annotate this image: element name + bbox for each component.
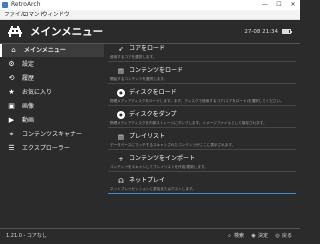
menu-entry-description: 物理メディアディスクをロードします。まず、ディスクで使用するコア(コアをロード)… — [110, 99, 284, 103]
maximize-button[interactable]: ☐ — [272, 0, 286, 10]
disc-icon: ● — [117, 89, 125, 97]
clock: 27-08 21:34 — [244, 29, 278, 35]
footer: 1.21.0 - コアなし ⌕ 検索 ◉ 決定 ◎ 戻る — [0, 228, 300, 244]
sidebar-item-label: 画像 — [22, 103, 35, 110]
menu-window[interactable]: ウィンドウ — [42, 11, 70, 19]
hint-ok[interactable]: 決定 — [258, 233, 268, 240]
sidebar-item-images[interactable]: ▣ 画像 — [0, 100, 104, 113]
retroarch-logo-icon — [8, 26, 22, 37]
sidebar-item-history[interactable]: ⟲ 履歴 — [0, 72, 104, 85]
video-icon: ▶ — [8, 116, 15, 124]
window-title: RetroArch — [11, 1, 41, 8]
menu-entry-import-content[interactable]: + コンテンツをインポート コンテンツをスキャンしてプレイリストを作成/更新しま… — [108, 154, 296, 172]
menu-entry-load-content[interactable]: ▤ コンテンツをロード 開始するコンテンツを選択します。 — [108, 66, 296, 84]
menu-entry-load-disc[interactable]: ● ディスクをロード 物理メディアディスクをロードします。まず、ディスクで使用す… — [108, 88, 296, 106]
main-menu-list: ➶ コアをロード 使用するコアを選択します。 ▤ コンテンツをロード 開始するコ… — [108, 44, 296, 228]
sidebar-item-settings[interactable]: ⚙ 設定 — [0, 58, 104, 71]
image-icon: ▣ — [8, 102, 15, 110]
sidebar-item-videos[interactable]: ▶ 動画 — [0, 114, 104, 127]
menu-entry-description: ネットプレイセッションに参加またはホストします。 — [110, 187, 196, 191]
home-icon: ⌂ — [11, 46, 16, 54]
menu-entry-label: プレイリスト — [129, 133, 166, 140]
page-title: メインメニュー — [30, 26, 104, 38]
search-icon: ⌕ — [228, 233, 231, 239]
hint-search[interactable]: 検索 — [234, 233, 244, 240]
sidebar-item-main-menu[interactable]: ⌂ メインメニュー — [0, 44, 104, 57]
sidebar-item-label: 履歴 — [22, 75, 35, 82]
menu-entry-label: ディスクをロード — [129, 89, 177, 96]
menu-entry-description: 使用するコアを選択します。 — [110, 55, 157, 59]
rocket-icon: ➶ — [118, 45, 124, 53]
sidebar-item-label: コンテンツスキャナー — [22, 131, 83, 138]
header: メインメニュー 27-08 21:34 — [0, 20, 300, 44]
sidebar-item-label: エクスプローラー — [22, 145, 70, 152]
menu-entry-dump-disc[interactable]: ● ディスクをダンプ 物理メディアディスクを内部ストレージにダンプします。イメー… — [108, 110, 296, 128]
sidebar: ⌂ メインメニュー ⚙ 設定 ⟲ 履歴 ★ お気に入り ▣ 画像 ▶ 動画 ⌖ … — [0, 44, 104, 228]
content-scanner-icon: ⌖ — [9, 130, 14, 138]
explorer-icon: ☰ — [8, 144, 15, 152]
menu-entry-description: データベースにマッチするスキャンされたコンテンツがここに表示されます。 — [110, 143, 236, 147]
sidebar-item-label: メインメニュー — [24, 47, 66, 54]
menu-entry-label: コアをロード — [129, 45, 166, 52]
sidebar-item-content-scanner[interactable]: ⌖ コンテンツスキャナー — [0, 128, 104, 141]
sidebar-item-label: 設定 — [22, 61, 35, 68]
menu-entry-netplay[interactable]: ☊ ネットプレイ ネットプレイセッションに参加またはホストします。 — [108, 176, 296, 194]
battery-icon — [282, 29, 292, 34]
hint-back[interactable]: 戻る — [282, 233, 292, 240]
menu-entry-label: コンテンツをロード — [129, 67, 184, 74]
ok-icon: ◉ — [251, 233, 256, 239]
menu-entry-description: 物理メディアディスクを内部ストレージにダンプします。イメージファイルとして保存さ… — [110, 121, 267, 125]
version-status: 1.21.0 - コアなし — [6, 233, 47, 239]
sidebar-item-label: お気に入り — [22, 89, 53, 96]
history-icon: ⟲ — [8, 74, 15, 82]
menu-entry-label: ネットプレイ — [129, 177, 166, 184]
menu-entry-description: 開始するコンテンツを選択します。 — [110, 77, 168, 81]
sidebar-item-favorites[interactable]: ★ お気に入り — [0, 86, 104, 99]
disc-dump-icon: ● — [117, 111, 125, 119]
menu-entry-description: コンテンツをスキャンしてプレイリストを作成/更新します。 — [110, 165, 208, 169]
menu-entry-load-core[interactable]: ➶ コアをロード 使用するコアを選択します。 — [108, 44, 296, 62]
sidebar-item-label: 動画 — [22, 117, 35, 124]
menu-entry-label: ディスクをダンプ — [129, 111, 177, 118]
menu-entry-label: コンテンツをインポート — [129, 155, 196, 162]
close-button[interactable]: ✕ — [286, 0, 300, 10]
menubar: ファイル コマンド ウィンドウ — [0, 10, 300, 20]
window-titlebar: RetroArch — ☐ ✕ — [0, 0, 300, 10]
netplay-icon: ☊ — [118, 177, 124, 185]
playlist-icon: ▤ — [117, 133, 125, 141]
minimize-button[interactable]: — — [258, 0, 272, 10]
menu-entry-playlists[interactable]: ▤ プレイリスト データベースにマッチするスキャンされたコンテンツがここに表示さ… — [108, 132, 296, 150]
settings-icon: ⚙ — [8, 60, 15, 68]
favorites-icon: ★ — [8, 88, 15, 96]
battery-level — [283, 30, 289, 33]
import-icon: + — [118, 155, 124, 163]
back-icon: ◎ — [275, 233, 280, 239]
file-icon: ▤ — [117, 67, 125, 75]
sidebar-item-explorer[interactable]: ☰ エクスプローラー — [0, 142, 104, 155]
app-icon — [2, 2, 8, 8]
